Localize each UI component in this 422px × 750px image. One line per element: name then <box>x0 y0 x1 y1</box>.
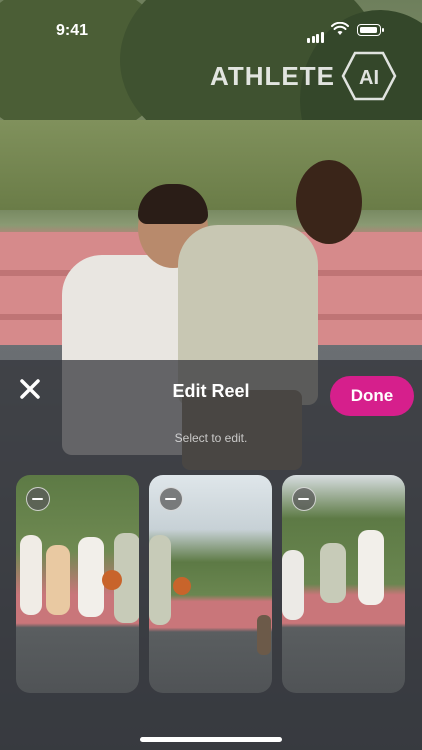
status-bar: 9:41 <box>0 0 422 44</box>
edit-reel-sheet: Edit Reel Done Select to edit. <box>0 360 422 750</box>
remove-clip-button[interactable] <box>292 487 316 511</box>
battery-icon <box>357 24 381 36</box>
home-indicator[interactable] <box>140 737 282 742</box>
clip-thumbnails <box>16 475 406 695</box>
wifi-icon <box>331 22 349 35</box>
clip-thumbnail[interactable] <box>282 475 405 693</box>
logo-text: ATHLETE <box>210 60 335 91</box>
athlete-ai-logo: ATHLETE AI <box>210 50 397 102</box>
clip-thumbnail[interactable] <box>16 475 139 693</box>
cellular-signal-icon <box>307 25 325 43</box>
remove-clip-button[interactable] <box>159 487 183 511</box>
hint-text: Select to edit. <box>174 431 248 445</box>
done-button[interactable]: Done <box>330 376 414 416</box>
remove-clip-button[interactable] <box>26 487 50 511</box>
status-time: 9:41 <box>56 22 89 39</box>
logo-mark-text: AI <box>359 67 379 89</box>
clip-thumbnail[interactable] <box>149 475 272 693</box>
logo-hexagon-mark: AI <box>341 51 397 101</box>
